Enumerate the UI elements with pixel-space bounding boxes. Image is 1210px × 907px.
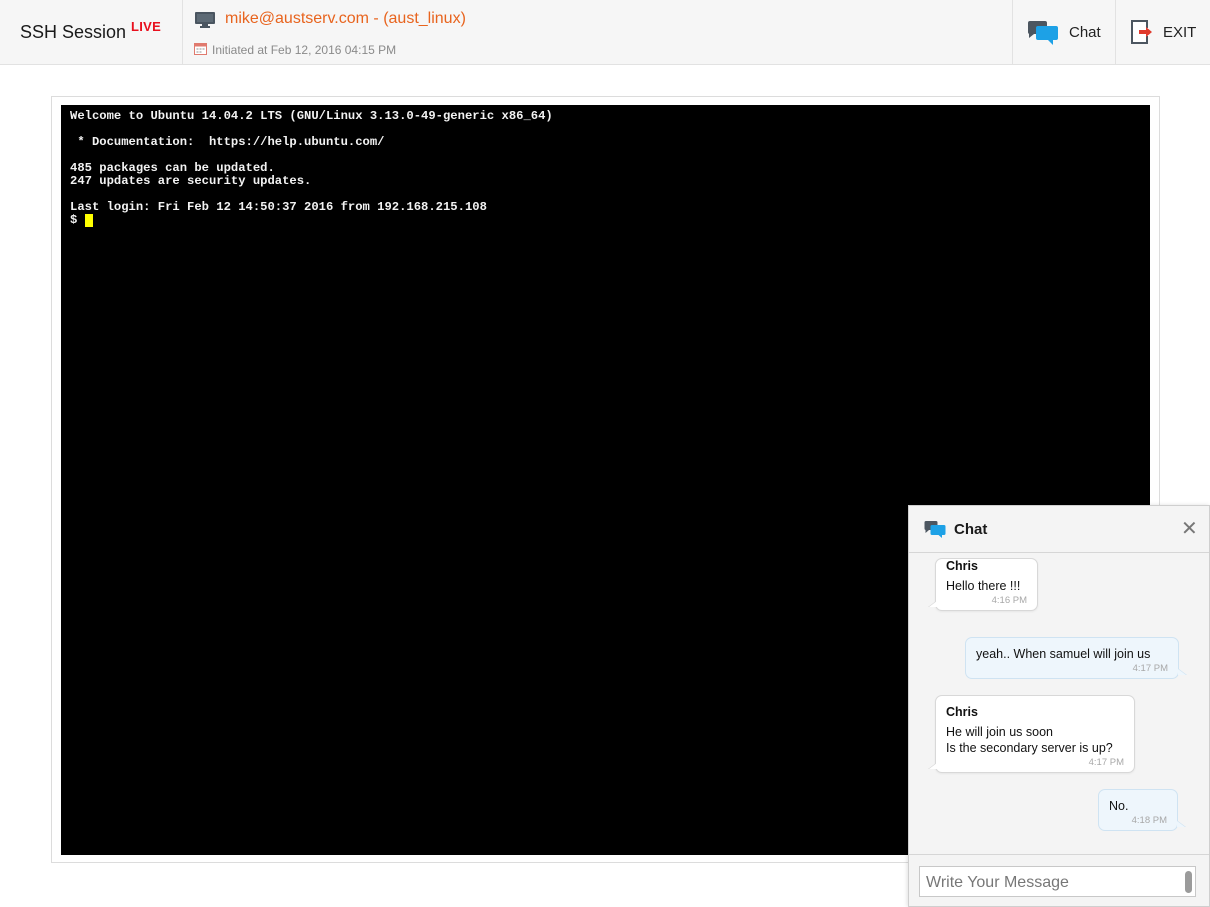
brand: SSH Session LIVE: [0, 0, 183, 64]
terminal-line: Welcome to Ubuntu 14.04.2 LTS (GNU/Linux…: [70, 109, 553, 123]
chat-header: Chat ✕: [909, 506, 1209, 553]
chat-panel: Chat ✕ Chris Hello there !!! 4:16 PM yea…: [908, 505, 1210, 907]
bubble-tail: [1178, 669, 1186, 675]
terminal-prompt-line: $: [70, 214, 1141, 227]
message-text: No.: [1109, 799, 1129, 813]
page-title: SSH Session: [20, 22, 127, 42]
message-text-line: Is the secondary server is up?: [946, 741, 1113, 755]
session-host: mike@austserv.com - (aust_linux): [225, 10, 466, 27]
session-initiated-time: Initiated at Feb 12, 2016 04:15 PM: [212, 43, 397, 57]
chat-button-label: Chat: [1069, 23, 1101, 41]
close-icon[interactable]: ✕: [1181, 519, 1198, 539]
message-sender: Chris: [946, 559, 978, 573]
top-bar: SSH Session LIVE mike@austserv.com - (au…: [0, 0, 1210, 65]
message-time: 4:17 PM: [1088, 757, 1124, 768]
message-time: 4:16 PM: [991, 595, 1027, 606]
message-text: Hello there !!!: [946, 579, 1021, 593]
chat-message-incoming: Chris Hello there !!! 4:16 PM: [929, 558, 1038, 611]
terminal-line: Last login: Fri Feb 12 14:50:37 2016 fro…: [70, 200, 487, 214]
chat-button[interactable]: Chat: [1012, 0, 1115, 64]
chat-title: Chat: [954, 521, 988, 538]
message-time: 4:17 PM: [1132, 663, 1168, 674]
input-scrollbar[interactable]: [1185, 871, 1192, 893]
message-time: 4:18 PM: [1131, 815, 1167, 826]
chat-message-incoming: Chris He will join us soon Is the second…: [929, 695, 1135, 773]
chat-messages[interactable]: Chris Hello there !!! 4:16 PM yeah.. Whe…: [909, 554, 1209, 854]
terminal-line: 247 updates are security updates.: [70, 174, 312, 188]
chat-message-outgoing: yeah.. When samuel will join us 4:17 PM: [965, 637, 1186, 679]
bubble-tail: [1177, 821, 1185, 827]
chat-icon: [1027, 21, 1058, 45]
terminal-cursor: [84, 214, 93, 227]
chat-compose: [909, 854, 1209, 906]
bubble-tail: [929, 601, 937, 607]
exit-icon: [1131, 20, 1152, 44]
exit-button-label: EXIT: [1163, 23, 1197, 41]
message-text: yeah.. When samuel will join us: [976, 647, 1151, 661]
calendar-icon: [194, 43, 207, 55]
monitor-icon: [195, 12, 215, 28]
message-sender: Chris: [946, 705, 978, 719]
bubble-tail: [929, 763, 937, 769]
live-badge: LIVE: [131, 19, 162, 34]
chat-message-input[interactable]: [919, 866, 1196, 897]
chat-icon: [924, 521, 946, 538]
terminal-prompt: $: [70, 213, 85, 227]
exit-button[interactable]: EXIT: [1115, 0, 1210, 64]
chat-message-outgoing: No. 4:18 PM: [1098, 789, 1185, 831]
terminal-line: * Documentation: https://help.ubuntu.com…: [70, 135, 385, 149]
message-text-line: He will join us soon: [946, 725, 1053, 739]
